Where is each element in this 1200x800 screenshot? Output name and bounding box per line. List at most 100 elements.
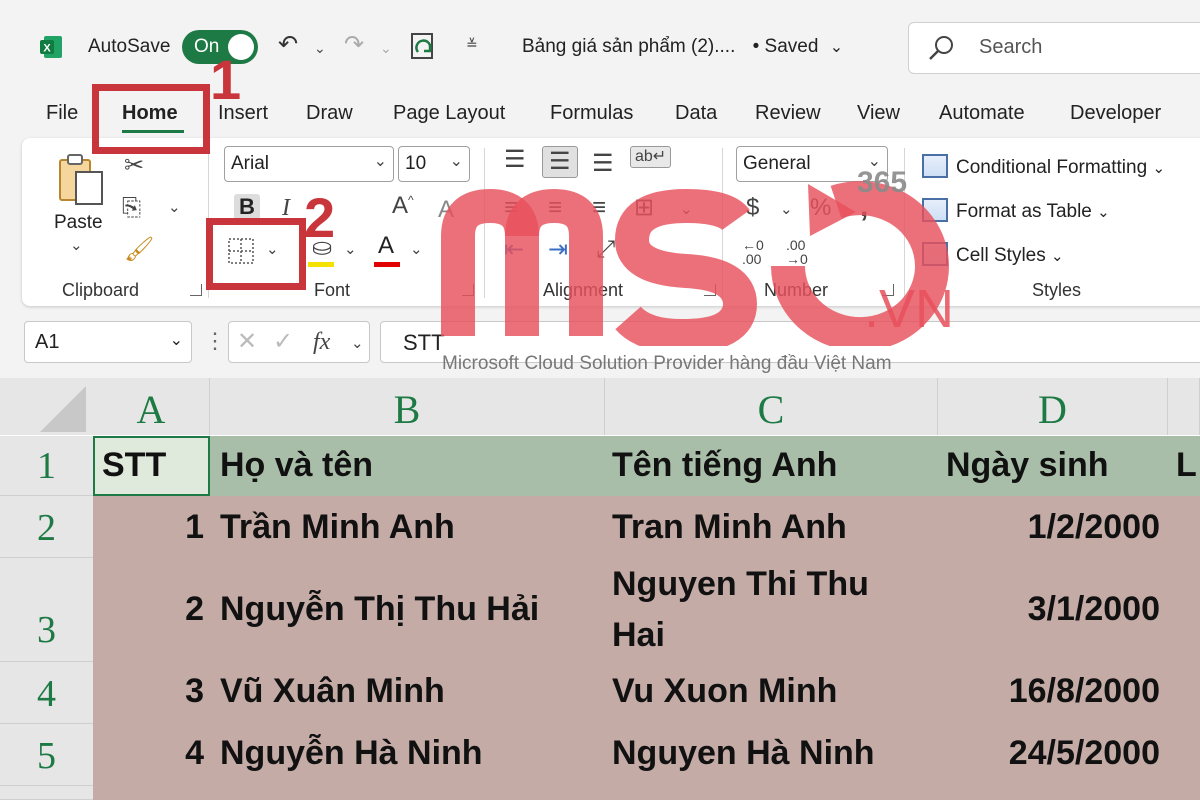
row-header-4[interactable]: 4: [0, 662, 93, 724]
cell-d3[interactable]: 3/1/2000: [946, 590, 1160, 629]
undo-icon[interactable]: ↶: [278, 30, 298, 59]
cell-b3[interactable]: Nguyễn Thị Thu Hải: [220, 590, 539, 629]
font-color-icon[interactable]: A: [378, 234, 394, 258]
cell-a4[interactable]: 3: [102, 672, 204, 711]
cell-b2[interactable]: Trần Minh Anh: [220, 508, 455, 547]
fx-dropdown-icon[interactable]: ⌄: [351, 336, 364, 351]
decrease-indent-icon[interactable]: ⇤: [504, 238, 524, 262]
tab-data[interactable]: Data: [675, 102, 717, 125]
alignment-launcher-icon[interactable]: [704, 284, 716, 296]
italic-icon[interactable]: I: [282, 196, 290, 220]
cell-a5[interactable]: 4: [102, 734, 204, 773]
cell-a3[interactable]: 2: [102, 590, 204, 629]
paste-button[interactable]: Paste: [54, 212, 103, 234]
number-format-combo[interactable]: General ⌄: [736, 146, 888, 182]
fill-color-dropdown-icon[interactable]: ⌄: [344, 242, 357, 257]
refresh-file-icon[interactable]: [410, 32, 438, 62]
align-top-icon[interactable]: ☰: [504, 148, 526, 172]
cell-b4[interactable]: Vũ Xuân Minh: [220, 672, 445, 711]
cancel-icon[interactable]: ✕: [237, 330, 257, 354]
paste-icon[interactable]: [56, 152, 106, 208]
merge-center-icon[interactable]: ⊞: [634, 196, 654, 220]
conditional-formatting-button[interactable]: Conditional Formatting ⌄: [922, 154, 1165, 179]
insert-function-icon[interactable]: fx: [313, 330, 330, 354]
formula-input[interactable]: STT: [380, 321, 1200, 363]
align-right-icon[interactable]: ≡: [592, 196, 606, 220]
column-header-c[interactable]: C: [605, 378, 938, 435]
row-header-3[interactable]: 3: [0, 558, 93, 662]
cell-e1[interactable]: L: [1176, 446, 1197, 485]
currency-icon[interactable]: $: [746, 196, 759, 220]
increase-font-icon[interactable]: A^: [392, 194, 414, 218]
cell-c5[interactable]: Nguyen Hà Ninh: [612, 734, 875, 773]
font-name-combo[interactable]: Arial ⌄: [224, 146, 394, 182]
row-header-5[interactable]: 5: [0, 724, 93, 786]
column-header-b[interactable]: B: [210, 378, 605, 435]
search-box[interactable]: Search: [908, 22, 1200, 74]
undo-dropdown-icon[interactable]: ⌄: [314, 40, 326, 57]
row-header-2[interactable]: 2: [0, 496, 93, 558]
format-painter-icon[interactable]: 🖌: [124, 238, 154, 262]
cell-c2[interactable]: Tran Minh Anh: [612, 508, 847, 547]
orientation-icon[interactable]: ⤢: [596, 238, 615, 262]
copy-icon[interactable]: ⎘: [122, 196, 141, 220]
align-bottom-icon[interactable]: ☰: [592, 152, 614, 176]
cell-c3-line1[interactable]: Nguyen Thi Thu: [612, 565, 869, 604]
redo-icon[interactable]: ↷: [344, 30, 364, 59]
tab-view[interactable]: View: [857, 102, 900, 125]
name-box[interactable]: A1 ⌄: [24, 321, 192, 363]
cell-d5[interactable]: 24/5/2000: [946, 734, 1160, 773]
cell-b1[interactable]: Họ và tên: [220, 446, 373, 485]
enter-icon[interactable]: ✓: [273, 330, 293, 354]
align-middle-icon[interactable]: ☰: [542, 146, 578, 178]
paste-dropdown-icon[interactable]: ⌄: [70, 238, 83, 253]
decrease-decimal-icon[interactable]: .00 →0: [786, 238, 808, 266]
column-header-d[interactable]: D: [938, 378, 1168, 435]
tab-automate[interactable]: Automate: [939, 102, 1025, 125]
tab-page-layout[interactable]: Page Layout: [393, 102, 505, 125]
clipboard-launcher-icon[interactable]: [190, 284, 202, 296]
cell-d1[interactable]: Ngày sinh: [946, 446, 1108, 485]
cell-d4[interactable]: 16/8/2000: [946, 672, 1160, 711]
column-header-a[interactable]: A: [93, 378, 210, 435]
cut-icon[interactable]: ✂: [124, 154, 144, 178]
increase-indent-icon[interactable]: ⇥: [548, 238, 568, 262]
currency-dropdown-icon[interactable]: ⌄: [780, 202, 793, 217]
tab-file[interactable]: File: [46, 102, 78, 125]
customize-toolbar-icon[interactable]: ≚: [466, 36, 478, 53]
cell-c3-line2[interactable]: Hai: [612, 616, 665, 655]
bold-icon[interactable]: B: [234, 194, 260, 220]
font-color-dropdown-icon[interactable]: ⌄: [410, 242, 423, 257]
align-center-icon[interactable]: ≡: [548, 196, 562, 220]
row-header-1[interactable]: 1: [0, 436, 93, 496]
percent-icon[interactable]: %: [810, 196, 831, 220]
comma-style-icon[interactable]: ,: [860, 192, 868, 222]
font-launcher-icon[interactable]: [462, 284, 474, 296]
cell-d2[interactable]: 1/2/2000: [946, 508, 1160, 547]
select-all-corner[interactable]: [0, 378, 93, 435]
increase-decimal-icon[interactable]: ←0.00: [742, 238, 764, 266]
redo-dropdown-icon[interactable]: ⌄: [380, 40, 392, 57]
cell-styles-button[interactable]: Cell Styles ⌄: [922, 242, 1064, 267]
cell-a2[interactable]: 1: [102, 508, 204, 547]
format-as-table-button[interactable]: Format as Table ⌄: [922, 198, 1110, 223]
more-options-icon[interactable]: ⋮: [204, 330, 226, 352]
cell-b5[interactable]: Nguyễn Hà Ninh: [220, 734, 483, 773]
align-left-icon[interactable]: ≡: [504, 196, 518, 220]
cell-c4[interactable]: Vu Xuon Minh: [612, 672, 837, 711]
document-title[interactable]: Bảng giá sản phẩm (2).... • Saved ⌄: [522, 36, 843, 58]
row-header-6[interactable]: [0, 786, 93, 800]
wrap-text-icon[interactable]: ab↵: [630, 146, 672, 168]
number-launcher-icon[interactable]: [882, 284, 894, 296]
merge-dropdown-icon[interactable]: ⌄: [680, 202, 693, 217]
tab-developer[interactable]: Developer: [1070, 102, 1161, 125]
cell-c1[interactable]: Tên tiếng Anh: [612, 446, 837, 485]
column-header-e[interactable]: [1168, 378, 1200, 435]
cell-a1[interactable]: STT: [102, 446, 166, 485]
copy-dropdown-icon[interactable]: ⌄: [168, 200, 181, 215]
tab-formulas[interactable]: Formulas: [550, 102, 633, 125]
decrease-font-icon[interactable]: A: [438, 198, 454, 222]
tab-review[interactable]: Review: [755, 102, 821, 125]
tab-draw[interactable]: Draw: [306, 102, 353, 125]
font-size-combo[interactable]: 10 ⌄: [398, 146, 470, 182]
